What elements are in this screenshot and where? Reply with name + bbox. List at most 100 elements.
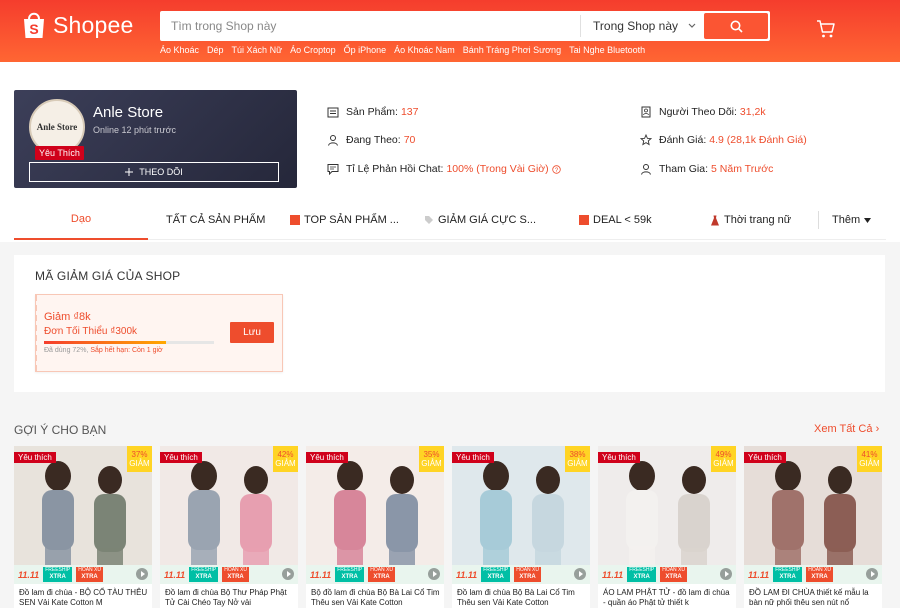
info-icon[interactable]: ? [551, 164, 561, 174]
cart-icon [817, 20, 835, 38]
stat-chat-label: Tỉ Lệ Phản Hồi Chat: [346, 163, 444, 175]
product-card[interactable]: Yêu thích 49% GIẢM 11.11 FREESHIP XTRA HOÀN XU… [598, 446, 736, 608]
top-header: S Shopee Trong Shop này Áo Khoác Dép Túi [0, 0, 900, 62]
logo-text: Shopee [53, 11, 134, 38]
follow-label: THEO DÕI [139, 167, 183, 177]
tab-big-sale[interactable]: GIẢM GIÁ CỰC S... [424, 200, 536, 240]
caret-down-icon [864, 217, 872, 223]
stat-following: Đang Theo: 70 [327, 134, 415, 146]
promo-1111-label: 11.11 [748, 569, 770, 580]
chevron-down-icon [688, 23, 696, 28]
discount-word: GIẢM [859, 458, 880, 468]
quick-link[interactable]: Bánh Tráng Phơi Sương [463, 45, 561, 55]
freeship-chip-big: XTRA [779, 573, 796, 580]
promo-1111-label: 11.11 [310, 569, 332, 580]
promo-strip: 11.11 FREESHIP XTRA HOÀN XU XTRA [14, 565, 152, 584]
search-icon [730, 20, 743, 33]
favorite-tag: Yêu thích [598, 452, 640, 463]
cart-button[interactable] [816, 19, 836, 44]
discount-word: GIẢM [567, 458, 588, 468]
product-card[interactable]: Yêu thích 37% GIẢM 11.11 FREESHIP XTRA HOÀN XU… [14, 446, 152, 608]
coin-back-chip: HOÀN XU XTRA [368, 567, 395, 582]
promo-strip: 11.11 FREESHIP XTRA HOÀN XU XTRA [160, 565, 298, 584]
freeship-chip: FREESHIP XTRA [481, 567, 511, 582]
quick-link[interactable]: Túi Xách Nữ [232, 45, 283, 55]
coin-back-chip: HOÀN XU XTRA [222, 567, 249, 582]
tag-icon [425, 216, 433, 224]
stat-rating-label: Đánh Giá: [659, 134, 707, 146]
tab-label: Thời trang nữ [724, 214, 792, 226]
stat-chat: Tỉ Lệ Phản Hồi Chat: 100% (Trong Vài Giờ… [327, 163, 561, 175]
voucher-save-button[interactable]: Lưu [230, 322, 274, 343]
tab-more[interactable]: Thêm [832, 200, 872, 240]
freeship-chip: FREESHIP XTRA [189, 567, 219, 582]
discount-word: GIẢM [129, 458, 150, 468]
quick-link[interactable]: Tai Nghe Bluetooth [569, 45, 645, 55]
see-all-label: Xem Tất Cả [814, 423, 873, 435]
video-icon [574, 568, 586, 580]
tab-deal[interactable]: DEAL < 59k [579, 200, 652, 240]
coin-back-chip: HOÀN XU XTRA [660, 567, 687, 582]
product-name: ÁO LAM PHẬT TỬ - đồ lam đi chùa - quần á… [603, 588, 730, 607]
product-name: Bộ đồ lam đi chùa Bộ Bà Lai Cổ Tim Thêu … [311, 588, 440, 607]
quick-link[interactable]: Áo Croptop [290, 45, 336, 55]
search-button[interactable] [704, 13, 768, 39]
tab-all-products[interactable]: TẤT CẢ SẢN PHẨM [166, 200, 265, 240]
tab-top-products[interactable]: TOP SẢN PHẨM ... [290, 200, 399, 240]
discount-badge: 41% GIẢM [857, 446, 882, 472]
discount-percent: 38% [569, 449, 586, 459]
hot-icon [290, 215, 300, 225]
quick-link[interactable]: Ốp iPhone [344, 45, 387, 55]
search-scope-label: Trong Shop này [593, 19, 678, 33]
stat-products: Sản Phẩm: 137 [327, 106, 418, 118]
shop-online-status: Online 12 phút trước [93, 125, 176, 135]
coin-back-chip: HOÀN XU XTRA [806, 567, 833, 582]
coin-back-chip-big: XTRA [811, 573, 828, 580]
freeship-chip-big: XTRA [487, 573, 504, 580]
tab-womens-fashion[interactable]: Thời trang nữ [710, 200, 791, 240]
shop-card: Anle Store Yêu Thích Anle Store Online 1… [14, 90, 297, 188]
voucher-expiry: Sắp hết hạn: Còn 1 giờ [90, 347, 163, 354]
product-grid: Yêu thích 37% GIẢM 11.11 FREESHIP XTRA HOÀN XU… [14, 446, 886, 608]
user-icon [641, 164, 651, 175]
discount-word: GIẢM [713, 458, 734, 468]
search-input[interactable] [160, 11, 581, 41]
search-scope-dropdown[interactable]: Trong Shop này [580, 15, 704, 37]
stat-following-value: 70 [403, 134, 416, 146]
discount-percent: 42% [277, 449, 294, 459]
quick-link[interactable]: Dép [207, 45, 224, 55]
voucher-usage-fill [44, 341, 167, 344]
product-card[interactable]: Yêu thích 38% GIẢM 11.11 FREESHIP XTRA HOÀN XU… [452, 446, 590, 608]
discount-badge: 35% GIẢM [419, 446, 444, 472]
product-card[interactable]: Yêu thích 41% GIẢM 11.11 FREESHIP XTRA HOÀN XU… [744, 446, 882, 608]
search-bar: Trong Shop này [160, 11, 770, 41]
voucher-discount: Giảm ₫8k [44, 311, 91, 323]
discount-percent: 49% [715, 449, 732, 459]
product-card[interactable]: Yêu thích 35% GIẢM 11.11 FREESHIP XTRA HOÀN XU… [306, 446, 444, 608]
stat-chat-value: 100% (Trong Vài Giờ) [446, 163, 549, 175]
stat-followers-label: Người Theo Dõi: [659, 106, 737, 118]
freeship-chip: FREESHIP XTRA [335, 567, 365, 582]
freeship-chip-big: XTRA [49, 573, 66, 580]
shop-vouchers-section: MÃ GIẢM GIÁ CỦA SHOP Giảm ₫8k Đơn Tối Th… [14, 255, 885, 392]
shopee-bag-icon: S [24, 12, 44, 38]
discount-badge: 38% GIẢM [565, 446, 590, 472]
tab-label: DEAL < 59k [593, 214, 652, 226]
product-card[interactable]: Yêu thích 42% GIẢM 11.11 FREESHIP XTRA HOÀN XU… [160, 446, 298, 608]
coin-back-chip-big: XTRA [665, 573, 682, 580]
shopee-logo[interactable]: S Shopee [20, 10, 134, 40]
product-name: Đồ lam đi chùa Bộ Bà Lai Cổ Tim Thêu sen… [457, 588, 575, 607]
tab-more-label: Thêm [832, 214, 861, 226]
see-all-link[interactable]: Xem Tất Cả › [814, 423, 879, 435]
quick-link[interactable]: Áo Khoác Nam [394, 45, 455, 55]
stat-rating-value: 4.9 (28,1k Đánh Giá) [709, 134, 807, 146]
avatar-text: Anle Store [36, 122, 78, 132]
discount-badge: 42% GIẢM [273, 446, 298, 472]
promo-1111-label: 11.11 [456, 569, 478, 580]
quick-link[interactable]: Áo Khoác [160, 45, 199, 55]
favorite-tag: Yêu thích [14, 452, 56, 463]
stat-followers-value: 31,2k [739, 106, 766, 118]
freeship-chip-big: XTRA [341, 573, 358, 580]
follow-button[interactable]: THEO DÕI [29, 162, 279, 182]
tab-dao[interactable]: Dạo [14, 200, 148, 240]
